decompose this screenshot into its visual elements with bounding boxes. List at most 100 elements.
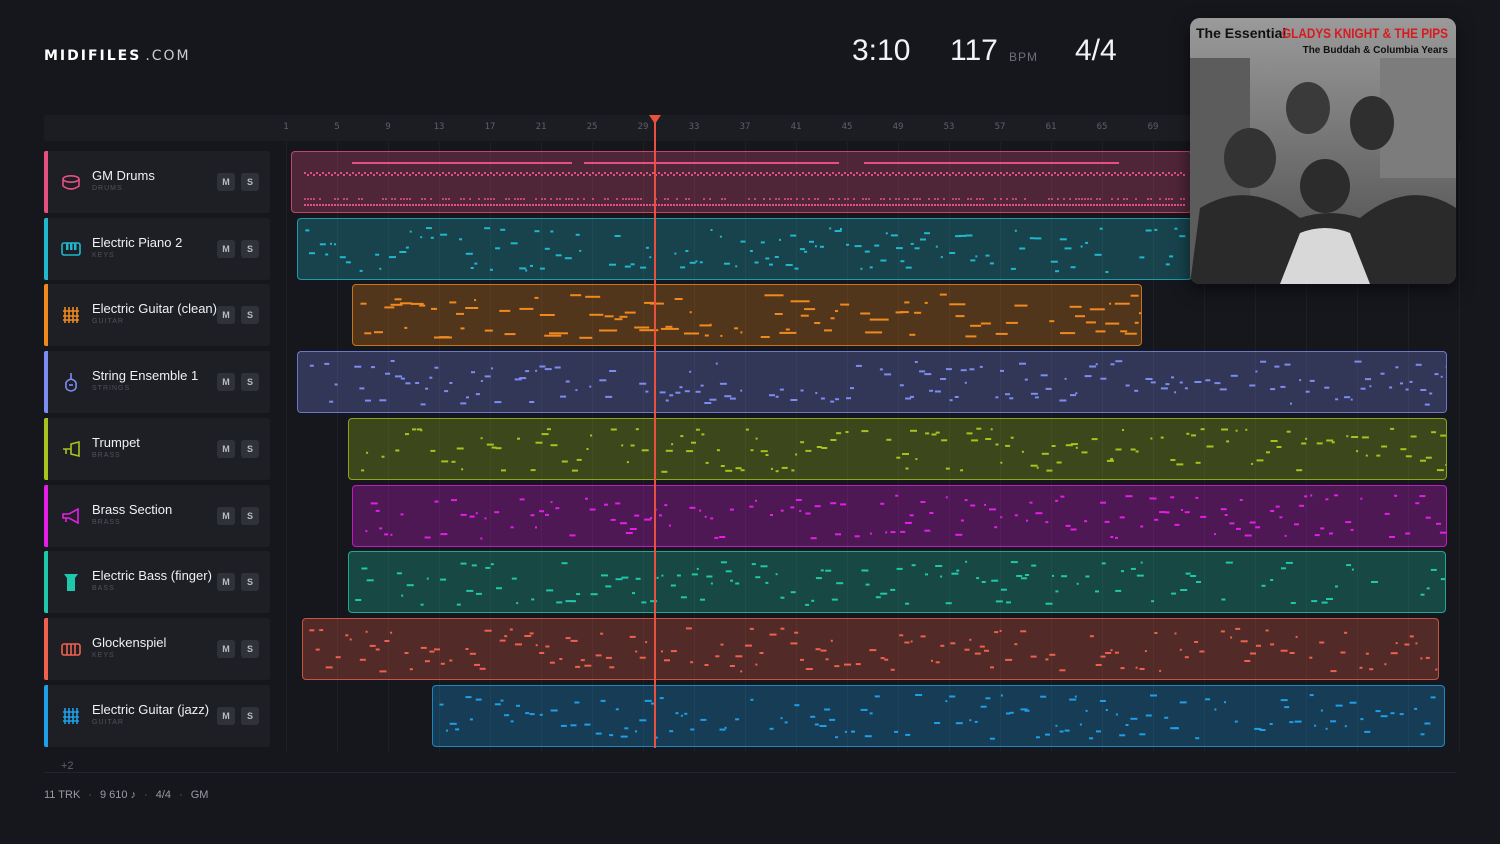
mute-button[interactable]: M [217,173,235,191]
track-name: Trumpet [92,435,140,450]
album-title-prefix: The Essential [1196,25,1286,41]
album-subtitle: The Buddah & Columbia Years [1303,45,1449,56]
track-header[interactable]: Glockenspiel KEYS M S [44,618,270,680]
track-color-bar [44,418,48,480]
bass-icon [60,571,82,593]
track-count: 11 TRK [44,789,81,801]
track-name: Electric Guitar (jazz) [92,702,210,717]
solo-button[interactable]: S [241,173,259,191]
track-header[interactable]: String Ensemble 1 STRINGS M S [44,351,270,413]
mute-button[interactable]: M [217,573,235,591]
ruler-tick: 53 [943,122,955,132]
track-header[interactable]: Electric Bass (finger) BASS M S [44,551,270,613]
track-clip[interactable] [352,485,1447,547]
solo-button[interactable]: S [241,507,259,525]
ruler-tick: 41 [790,122,802,132]
track-clip[interactable] [297,218,1192,280]
track-clip[interactable] [348,418,1447,480]
mute-button[interactable]: M [217,240,235,258]
track-category: STRINGS [92,385,131,392]
midi-standard: GM [190,789,209,801]
solo-button[interactable]: S [241,240,259,258]
mute-button[interactable]: M [217,373,235,391]
mute-button[interactable]: M [217,707,235,725]
ruler-tick: 33 [688,122,700,132]
mute-button[interactable]: M [217,507,235,525]
file-summary: 11 TRK · 9 610 ♪ · 4/4 · GM [44,789,209,801]
grid-line [286,142,287,752]
solo-button[interactable]: S [241,440,259,458]
track-clip[interactable] [302,618,1439,680]
playhead[interactable] [654,118,656,748]
solo-button[interactable]: S [241,707,259,725]
ruler-tick: 45 [841,122,853,132]
solo-button[interactable]: S [241,640,259,658]
guitar-icon [60,304,82,326]
site-logo[interactable]: MIDIFILES .COM [44,48,191,64]
track-category: KEYS [92,652,115,659]
mute-button[interactable]: M [217,640,235,658]
footer-divider [44,772,1456,773]
solo-button[interactable]: S [241,306,259,324]
track-name: String Ensemble 1 [92,368,199,383]
violin-icon [60,371,82,393]
ruler-tick: 1 [283,122,289,132]
track-name: Brass Section [92,502,173,517]
track-color-bar [44,485,48,547]
track-color-bar [44,618,48,680]
track-name: Electric Piano 2 [92,235,183,250]
ruler-tick: 61 [1045,122,1057,132]
playhead-marker[interactable] [649,115,661,124]
ruler-tick: 49 [892,122,904,132]
track-color-bar [44,551,48,613]
ruler-tick: 5 [334,122,340,132]
solo-button[interactable]: S [241,573,259,591]
solo-button[interactable]: S [241,373,259,391]
track-header[interactable]: Electric Guitar (clean) GUITAR M S [44,284,270,346]
track-header[interactable]: GM Drums DRUMS M S [44,151,270,213]
track-name: GM Drums [92,168,155,183]
track-clip[interactable] [432,685,1445,747]
tempo-unit: BPM [1009,50,1039,64]
track-category: BASS [92,585,115,592]
album-artist: GLADYS KNIGHT & THE PIPS [1282,25,1448,41]
track-header[interactable]: Trumpet BRASS M S [44,418,270,480]
track-name: Electric Guitar (clean) [92,301,217,316]
song-time-signature: 4/4 [1075,34,1117,67]
track-color-bar [44,351,48,413]
track-color-bar [44,151,48,213]
album-cover: The Essential GLADYS KNIGHT & THE PIPS T… [1190,18,1456,284]
track-header[interactable]: Electric Piano 2 KEYS M S [44,218,270,280]
track-name: Electric Bass (finger) [92,568,212,583]
track-category: KEYS [92,252,115,259]
ruler-tick: 65 [1096,122,1108,132]
horn-icon [60,505,82,527]
more-tracks-indicator[interactable]: +2 [61,760,74,772]
track-category: GUITAR [92,318,124,325]
ruler-tick: 9 [385,122,391,132]
track-header[interactable]: Electric Guitar (jazz) GUITAR M S [44,685,270,747]
mute-button[interactable]: M [217,306,235,324]
note-count: 9 610 ♪ [99,789,137,801]
piano-icon [60,238,82,260]
glockenspiel-icon [60,638,82,660]
track-clip[interactable] [297,351,1447,413]
track-color-bar [44,284,48,346]
ruler-tick: 21 [535,122,547,132]
track-clip[interactable] [352,284,1142,346]
track-color-bar [44,685,48,747]
track-clip[interactable] [348,551,1446,613]
grid-line [1459,142,1460,752]
track-clip[interactable] [291,151,1192,213]
track-header[interactable]: Brass Section BRASS M S [44,485,270,547]
track-name: Glockenspiel [92,635,167,650]
logo-name: MIDIFILES [44,48,142,64]
track-category: GUITAR [92,719,124,726]
track-color-bar [44,218,48,280]
ruler-tick: 57 [994,122,1006,132]
track-category: DRUMS [92,185,123,192]
footer-time-signature: 4/4 [155,789,172,801]
ruler-tick: 69 [1147,122,1159,132]
guitar-icon [60,705,82,727]
mute-button[interactable]: M [217,440,235,458]
